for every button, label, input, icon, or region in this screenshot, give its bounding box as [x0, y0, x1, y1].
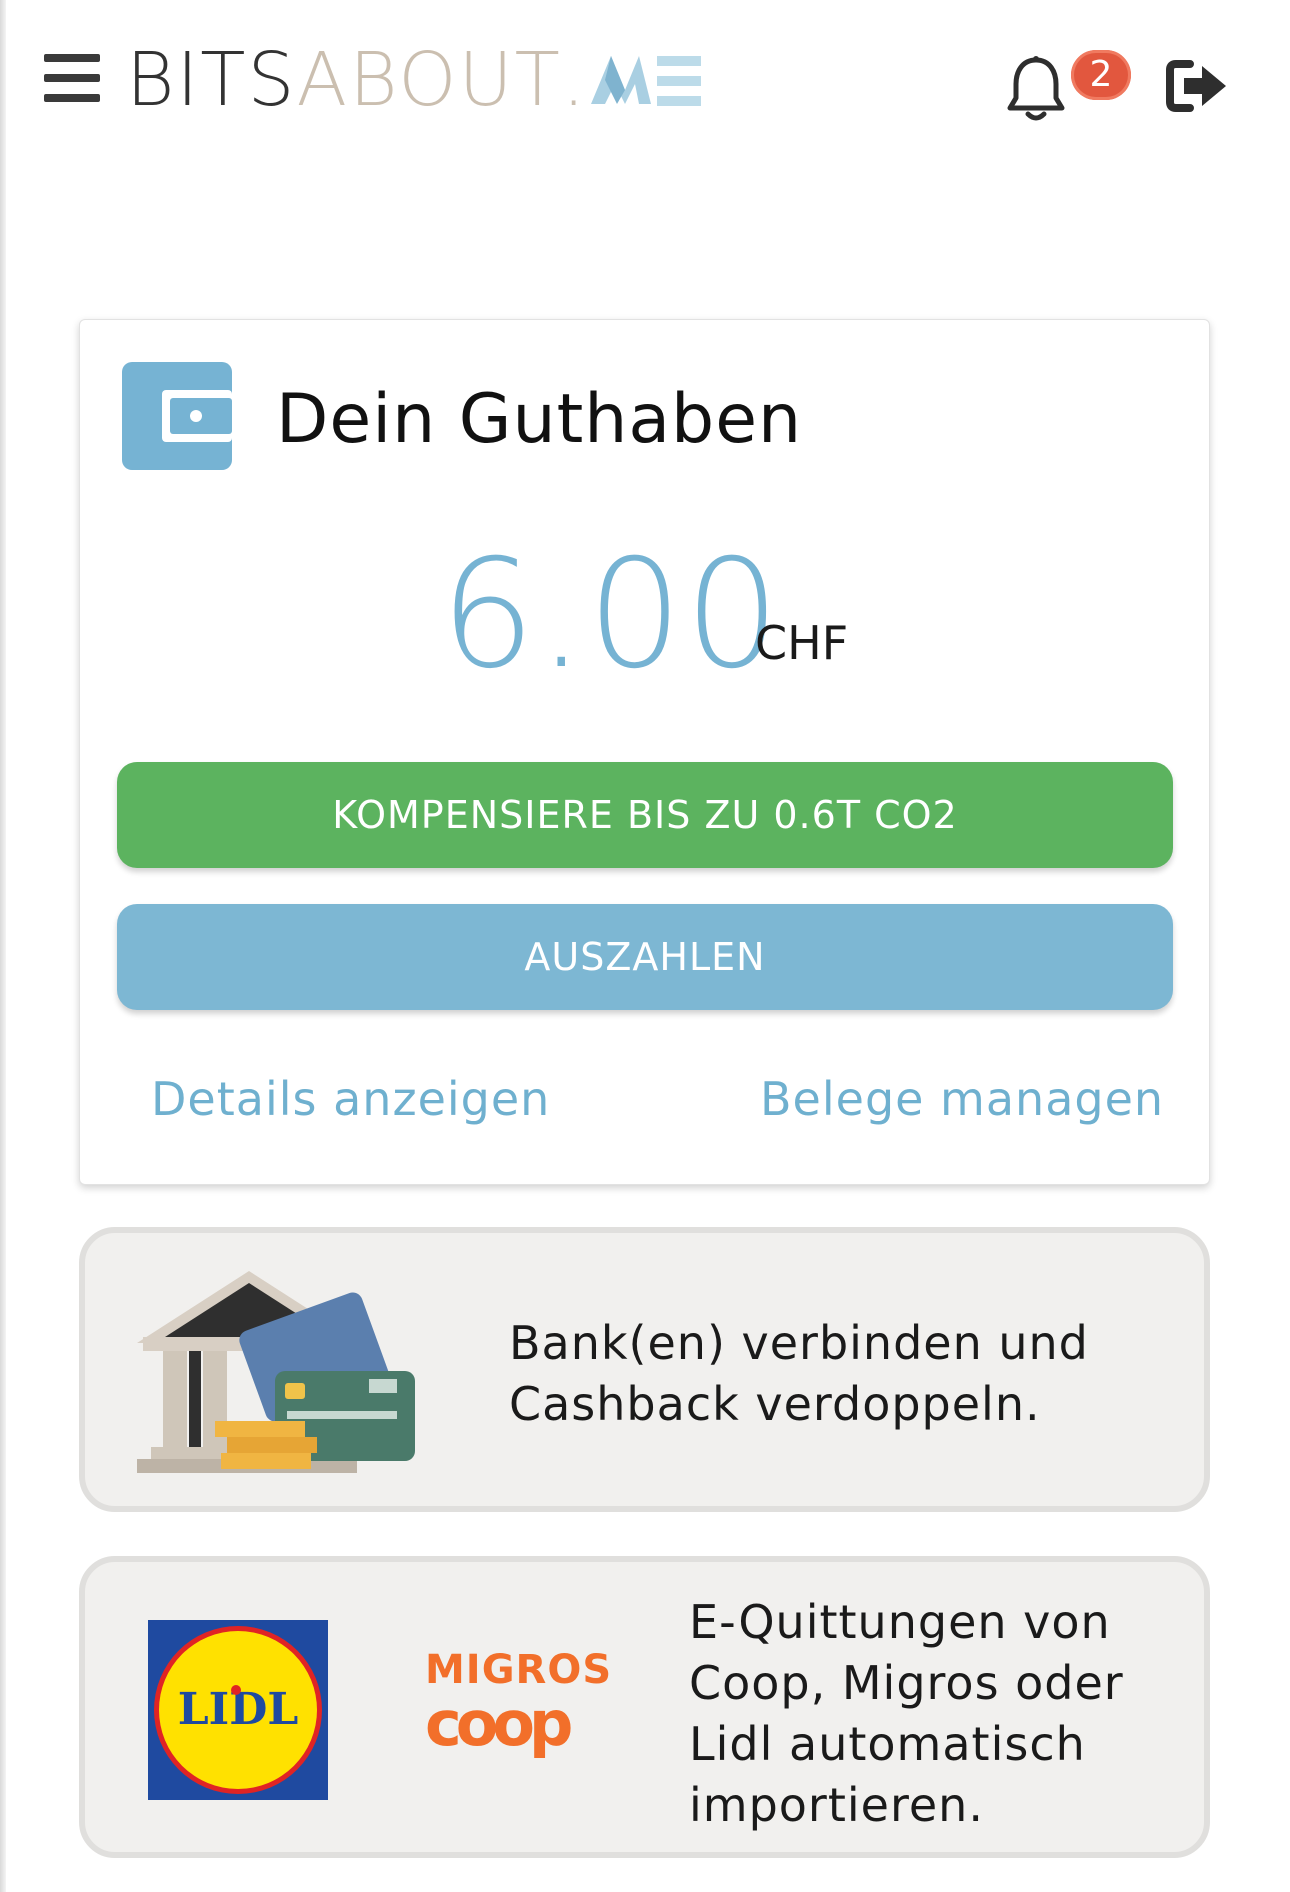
- payout-button[interactable]: AUSZAHLEN: [117, 904, 1173, 1010]
- receipts-promo-line: importieren.: [689, 1778, 984, 1832]
- receipts-promo-line: E-Quittungen von: [689, 1595, 1111, 1649]
- card-title: Dein Guthaben: [276, 380, 803, 459]
- migros-coop-logos: MIGROS coop: [425, 1647, 613, 1787]
- notification-badge[interactable]: 2: [1071, 50, 1131, 100]
- bank-promo-text: Bank(en) verbinden und Cashback verdoppe…: [509, 1313, 1089, 1435]
- menu-icon[interactable]: [44, 54, 102, 104]
- bell-icon[interactable]: [1004, 54, 1068, 124]
- left-edge-shadow: [0, 0, 6, 1892]
- bank-promo-line: Cashback verdoppeln.: [509, 1377, 1041, 1431]
- logo-about: ABOUT: [296, 37, 562, 123]
- coop-logo: coop: [425, 1687, 577, 1760]
- receipts-promo-text: E-Quittungen von Coop, Migros oder Lidl …: [689, 1592, 1124, 1836]
- wallet-icon: [122, 362, 232, 470]
- logo-bits: BITS: [126, 37, 297, 123]
- logo-me-mark: [591, 56, 702, 106]
- receipts-promo-line: Lidl automatisch: [689, 1717, 1086, 1771]
- coop-logo-text: coop: [425, 1693, 571, 1760]
- e-receipts-promo[interactable]: LIDL MIGROS coop E-Quittungen von Coop, …: [79, 1556, 1210, 1858]
- lidl-logo: LIDL: [148, 1620, 328, 1800]
- details-link[interactable]: Details anzeigen: [151, 1072, 550, 1126]
- logout-icon[interactable]: [1166, 58, 1230, 114]
- app-logo[interactable]: BITS ABOUT.: [126, 40, 703, 120]
- migros-logo: MIGROS: [425, 1647, 613, 1693]
- balance-amount: 6.00: [440, 528, 782, 702]
- logo-dot: .: [561, 37, 588, 123]
- bank-promo-line: Bank(en) verbinden und: [509, 1316, 1089, 1370]
- balance-card: Dein Guthaben 6.00 CHF KOMPENSIERE BIS Z…: [79, 319, 1210, 1185]
- manage-receipts-link[interactable]: Belege managen: [760, 1072, 1164, 1126]
- balance-currency: CHF: [755, 616, 849, 670]
- receipts-promo-line: Coop, Migros oder: [689, 1656, 1124, 1710]
- connect-bank-promo[interactable]: Bank(en) verbinden und Cashback verdoppe…: [79, 1227, 1210, 1512]
- compensate-co2-button[interactable]: KOMPENSIERE BIS ZU 0.6T CO2: [117, 762, 1173, 868]
- app-header: BITS ABOUT. 2: [0, 0, 1290, 160]
- bank-cards-illustration: [137, 1271, 415, 1473]
